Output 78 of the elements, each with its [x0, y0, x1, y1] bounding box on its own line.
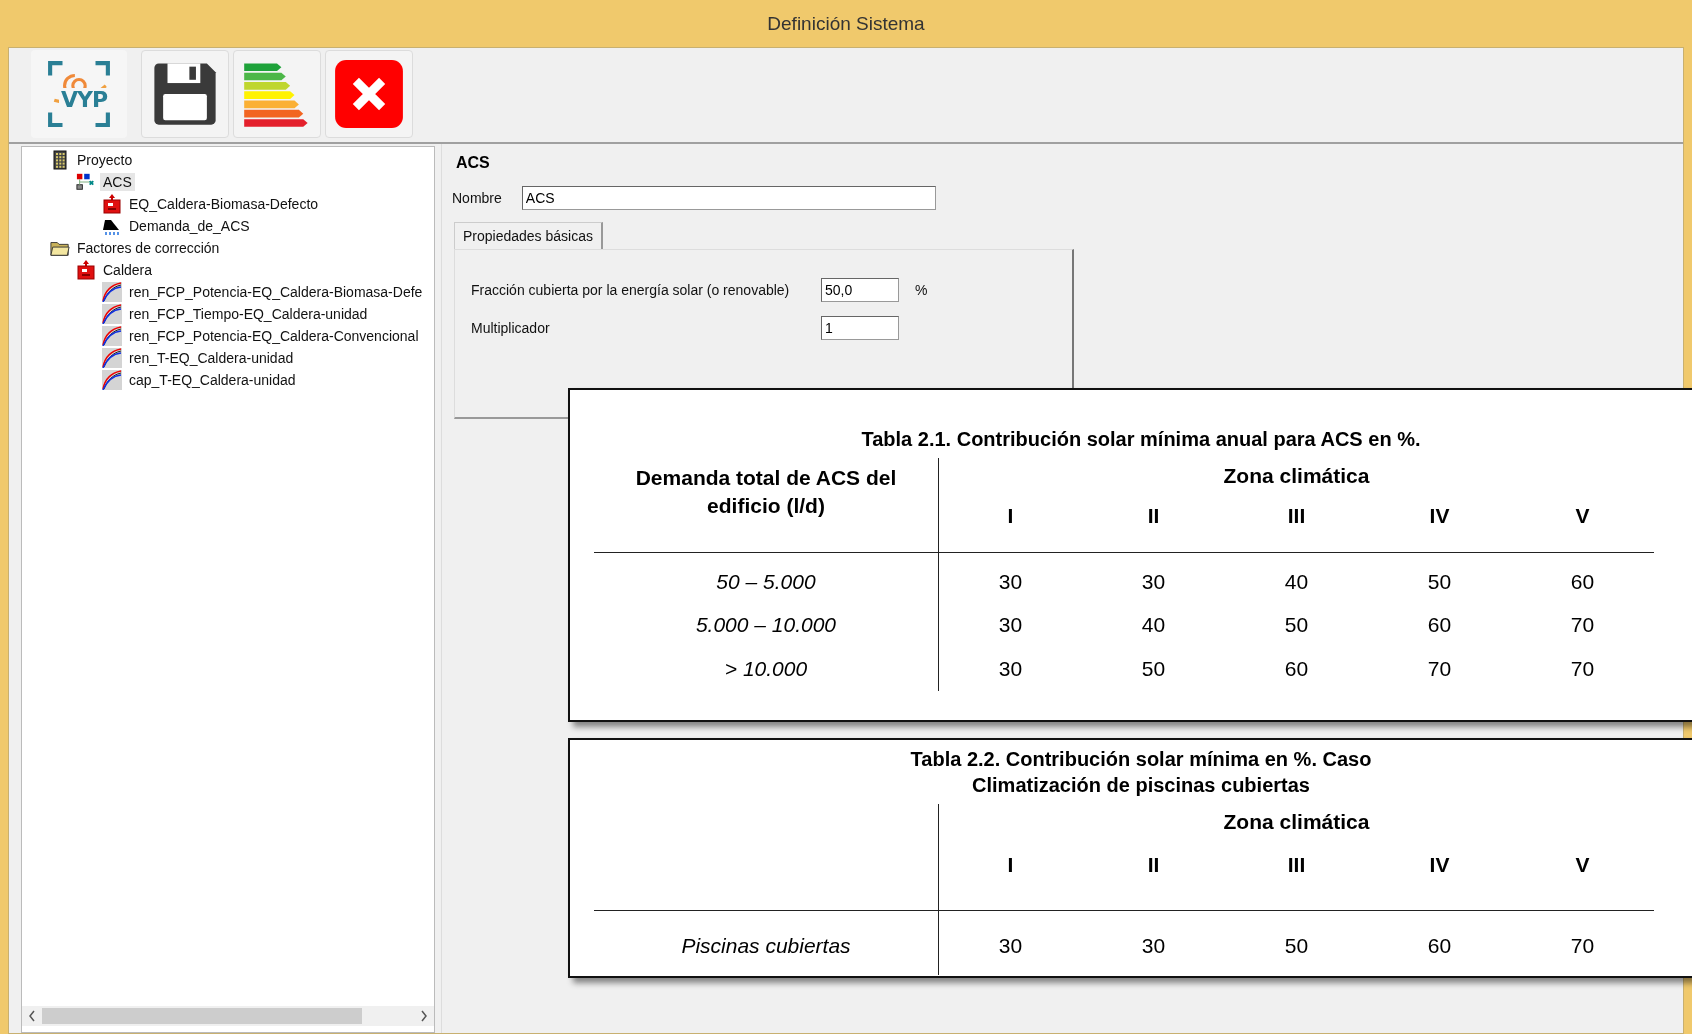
table-cell: 30	[1141, 934, 1166, 958]
column-header: Demanda total de ACS del edificio (l/d)	[635, 466, 897, 517]
table-cell: 30	[1141, 570, 1166, 594]
curve-chart-icon	[102, 304, 122, 324]
tree-item[interactable]: ren_FCP_Potencia-EQ_Caldera-Biomasa-Defe	[126, 283, 426, 301]
column-header: II	[1147, 853, 1160, 876]
section-heading: ACS	[456, 154, 491, 172]
scroll-right-icon[interactable]	[420, 1010, 428, 1022]
table-cell: 60	[1427, 613, 1452, 637]
row-label: 5.000 – 10.000	[695, 613, 837, 637]
name-label: Nombre	[452, 190, 502, 206]
table-cell: 50	[1141, 657, 1166, 681]
column-header: IV	[1429, 853, 1450, 876]
table-title: Climatización de piscinas cubiertas	[971, 773, 1311, 798]
curve-chart-icon	[102, 370, 122, 390]
table-cell: 40	[1141, 613, 1166, 637]
column-header: V	[1575, 853, 1590, 876]
tree-item[interactable]: ren_FCP_Tiempo-EQ_Caldera-unidad	[126, 305, 371, 323]
value-field[interactable]: 50,0	[821, 278, 899, 302]
tree-item[interactable]: Factores de corrección	[74, 239, 223, 257]
tree-item[interactable]: ren_T-EQ_Caldera-unidad	[126, 349, 297, 367]
column-header: V	[1575, 504, 1590, 527]
boiler-icon	[102, 194, 122, 214]
name-field[interactable]: ACS	[521, 186, 936, 210]
value-field[interactable]: 1	[821, 316, 899, 340]
table-cell: 30	[998, 613, 1023, 637]
window-title: Definición Sistema	[767, 12, 925, 35]
properties-tab[interactable]: Propiedades básicas	[454, 222, 603, 249]
column-header: II	[1147, 504, 1160, 527]
field-label: Fracción cubierta por la energía solar (o renovable)	[471, 282, 791, 298]
table-cell: 30	[998, 934, 1023, 958]
building-icon	[50, 150, 70, 170]
field-label: Multiplicador	[471, 320, 551, 336]
table-cell: 50	[1427, 570, 1452, 594]
tree-item[interactable]: EQ_Caldera-Biomasa-Defecto	[126, 195, 322, 213]
curve-chart-icon	[102, 326, 122, 346]
tree-item[interactable]: Proyecto	[74, 151, 136, 169]
table-cell: 40	[1284, 570, 1309, 594]
tree-item[interactable]: ACS	[100, 173, 135, 191]
horizontal-scrollbar[interactable]	[22, 1006, 434, 1026]
column-header: Zona climática	[1223, 810, 1370, 833]
row-label: Piscinas cubiertas	[681, 934, 851, 958]
tree-item[interactable]: Caldera	[100, 261, 156, 279]
column-header: III	[1287, 853, 1306, 876]
table-cell: 70	[1570, 613, 1595, 637]
table-title: Tabla 2.2. Contribución solar mínima en %. Caso	[909, 747, 1373, 772]
table-cell: 30	[998, 570, 1023, 594]
table-cell: 60	[1570, 570, 1595, 594]
boiler-icon	[76, 260, 96, 280]
row-label: 50 – 5.000	[716, 570, 816, 594]
table-cell: 70	[1427, 657, 1452, 681]
table-cell: 70	[1570, 934, 1595, 958]
table-title: Tabla 2.1. Contribución solar mínima anual para ACS en %.	[860, 427, 1422, 452]
table-cell: 50	[1284, 934, 1309, 958]
table-cell: 30	[998, 657, 1023, 681]
column-header: I	[1007, 504, 1014, 527]
scroll-thumb[interactable]	[42, 1008, 362, 1024]
energy-rating-button[interactable]	[233, 50, 321, 138]
tree-item[interactable]: ren_FCP_Potencia-EQ_Caldera-Convencional	[126, 327, 422, 345]
column-header: I	[1007, 853, 1014, 876]
close-button[interactable]	[325, 50, 413, 138]
column-header: Zona climática	[1223, 464, 1370, 487]
table-cell: 60	[1427, 934, 1452, 958]
table-cell: 50	[1284, 613, 1309, 637]
scroll-left-icon[interactable]	[28, 1010, 36, 1022]
unit-label: %	[915, 282, 928, 298]
table-cell: 70	[1570, 657, 1595, 681]
tree-item[interactable]: cap_T-EQ_Caldera-unidad	[126, 371, 299, 389]
curve-chart-icon	[102, 282, 122, 302]
column-header: III	[1287, 504, 1306, 527]
column-header: IV	[1429, 504, 1450, 527]
tree-item[interactable]: Demanda_de_ACS	[126, 217, 253, 235]
row-label: > 10.000	[724, 657, 808, 681]
curve-chart-icon	[102, 348, 122, 368]
logo-button[interactable]: VYP	[31, 50, 127, 138]
system-diagram-icon	[76, 172, 96, 192]
table-cell: 60	[1284, 657, 1309, 681]
save-button[interactable]	[141, 50, 229, 138]
